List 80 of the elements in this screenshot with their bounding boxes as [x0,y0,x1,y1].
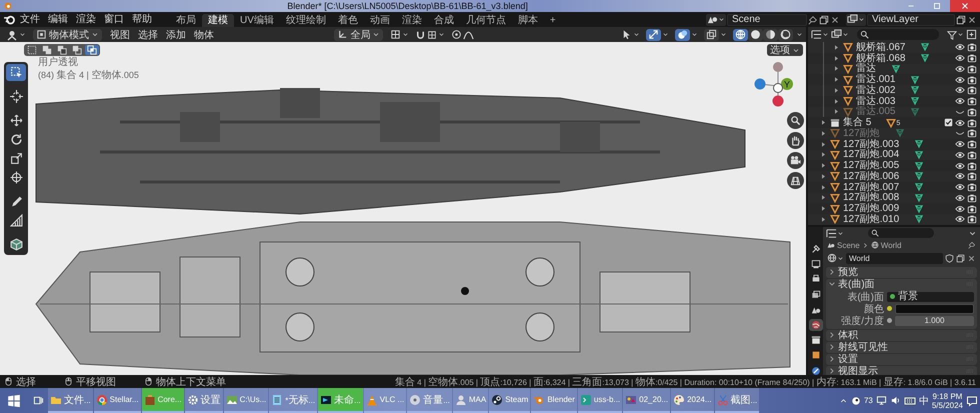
menu-item[interactable]: 文件 [16,12,44,27]
workspace-tab[interactable]: 渲染 [396,14,428,27]
menu-item[interactable]: 窗口 [100,12,128,27]
options-dropdown[interactable]: 选项 [767,44,803,56]
menu-item[interactable]: 选择 [134,28,162,42]
taskbar-app-button[interactable]: 02_20... [623,388,670,413]
item-name: 127副炮.008 [842,192,900,204]
panel-header[interactable]: 体积 [826,330,977,341]
field-label: 颜色 [863,302,884,316]
outliner-row[interactable]: 127副炮.007 [808,182,980,192]
mode-dropdown[interactable]: 物体模式 [33,28,102,40]
axis-label: Y [784,80,790,90]
window-title: Blender* [C:\Users\LN5005\Desktop\BB-61\BB-61_v3.blend] [287,0,528,12]
taskbar-app-button[interactable]: 文件... [48,388,93,413]
item-name: 127副炮.004 [842,149,900,160]
field-label: 强度/力度 [840,314,884,328]
field-label: 表(曲)面 [846,290,884,304]
item-name: 127副炮.003 [842,138,900,150]
menu-item[interactable]: 添加 [162,28,190,42]
item-name: 雷达 [855,63,877,74]
workspace-tab[interactable]: 动画 [364,14,396,27]
workspace-tab[interactable]: UV编辑 [234,14,280,27]
workspace-tab[interactable]: 合成 [428,14,460,27]
menu-item[interactable]: 视图 [106,28,134,42]
workspace-tab[interactable]: 建模 [202,14,234,27]
viewport-info-text: 用户透视 [38,56,79,69]
menu-item[interactable]: 物体 [190,28,218,42]
number-field[interactable]: 1.000 [895,316,974,326]
panel-header[interactable]: 表(曲)面 [826,278,977,290]
panel-header[interactable]: 视图显示 [826,366,977,377]
clock[interactable]: 9:18 PM 5/5/2024 [932,392,963,410]
item-name: 127副炮.009 [842,203,900,214]
outliner-row[interactable]: 127副炮.003 [808,138,980,150]
item-name: 雷达.002 [855,84,896,96]
workspace-tab[interactable]: 纹理绘制 [280,14,332,27]
item-name: 127副炮 [842,128,881,139]
breadcrumb-item[interactable]: Scene [837,240,860,250]
workspace-tab[interactable]: 布局 [170,14,202,27]
orientation-dropdown[interactable]: 全局 [334,28,384,40]
workspace-tab[interactable]: 脚本 [512,14,544,27]
outliner-row[interactable]: 127副炮.005 [808,160,980,171]
item-name: 舰桥箱.067 [855,42,906,53]
panel-header[interactable]: 射线可见性 [826,342,977,353]
item-name: 雷达.005 [856,106,896,118]
menu-item[interactable]: 编辑 [44,12,72,27]
view-layer-field[interactable]: ViewLayer [867,14,955,26]
taskbar-app-button[interactable]: Stellar... [94,388,141,413]
panel-header[interactable]: 设置 [826,354,977,365]
item-name: 127副炮.005 [842,160,900,172]
breadcrumb-item[interactable]: World [880,240,902,250]
scene-field[interactable]: Scene [727,14,807,26]
outliner-row[interactable]: 127副炮.009 [808,203,980,214]
hint-text: 物体上下文菜单 [156,376,226,388]
taskbar-app-button[interactable]: C:\Us... [224,388,268,413]
item-name: 舰桥箱.068 [855,52,906,64]
hint-text: 选择 [16,376,36,388]
item-name: 雷达.003 [855,96,896,107]
scene-statistics: 集合 4 | 空物体.005 | 顶点:10,726 | 面:6,324 | 三角面:13,073 | 物体:0/425 | Duration: 00:10+10 (Frame 84/250) | 内存: 163.1 MiB | 显存: 1.8/6.0 GiB | 3.6.11 [394,376,976,388]
panel-header[interactable]: 预览 [826,266,977,278]
item-name: 127副炮.010 [842,214,900,225]
taskbar-app-button[interactable]: 设置 [184,388,223,413]
workspace-tab[interactable]: 着色 [332,14,364,27]
menu-item[interactable]: 渲染 [72,12,100,27]
input-method-indicator[interactable]: 中 [918,394,929,408]
tray-number-text: 73 [864,396,873,405]
add-workspace-tab[interactable]: + [544,14,562,27]
menu-item[interactable]: 帮助 [128,12,156,27]
navigation-gizmo[interactable]: Y [750,60,794,108]
workspace-tab[interactable]: 几何节点 [460,14,512,27]
item-name: 127副炮.006 [842,170,900,182]
item-name: 集合 5 [842,117,872,128]
hint-text: 平移视图 [76,376,116,388]
taskbar-app-button[interactable]: 截图... [714,388,760,413]
shader-field[interactable]: 背景 [887,292,974,302]
taskbar-app-button[interactable]: 2024... [671,388,714,413]
world-name-field[interactable]: World [846,252,943,264]
viewport-info-text: (84) 集合 4 | 空物体.005 [38,69,139,82]
item-name: 雷达.001 [855,74,896,86]
taskbar-app-button[interactable]: uss-b... [578,388,622,413]
item-name: 127副炮.007 [842,182,900,193]
